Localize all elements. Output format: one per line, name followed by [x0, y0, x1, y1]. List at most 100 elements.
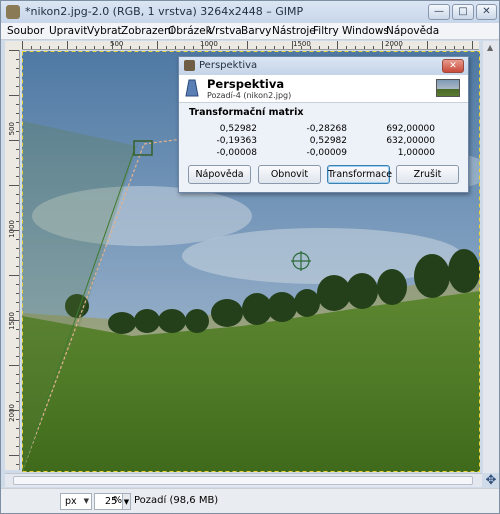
ruler-tick [355, 46, 356, 49]
ruler-tick [16, 131, 19, 132]
zoom-unit: % [113, 495, 123, 506]
ruler-tick [112, 41, 113, 49]
matrix-cell: -0,28268 [306, 124, 347, 134]
ruler-tick [382, 41, 383, 49]
window-title: *nikon2.jpg-2.0 (RGB, 1 vrstva) 3264x244… [25, 5, 304, 18]
ruler-tick [16, 302, 19, 303]
vertical-scrollbar[interactable]: ▲ [483, 41, 499, 473]
ruler-tick [16, 437, 19, 438]
ruler-tick [16, 221, 19, 222]
ruler-tick [16, 176, 19, 177]
ruler-tick [202, 41, 203, 49]
close-icon: ✕ [482, 6, 491, 17]
ruler-tick [238, 46, 239, 49]
menu-bar: Soubor Upravit Vybrat Zobrazení Obrázek … [1, 23, 499, 40]
ruler-tick [9, 50, 19, 51]
ruler-tick [16, 374, 19, 375]
ruler-tick [85, 46, 86, 49]
title-bar: *nikon2.jpg-2.0 (RGB, 1 vrstva) 3264x244… [1, 1, 499, 23]
matrix-label: Transformační matrix [189, 107, 304, 118]
ruler-corner[interactable] [5, 41, 22, 50]
ruler-tick [16, 59, 19, 60]
menu-napoveda[interactable]: Nápověda [386, 25, 439, 37]
horizontal-scrollbar[interactable] [5, 473, 482, 487]
ruler-tick [220, 46, 221, 49]
menu-barvy[interactable]: Barvy [241, 25, 271, 37]
ruler-tick [16, 428, 19, 429]
ruler-tick [16, 419, 19, 420]
ruler-tick [130, 46, 131, 49]
ruler-tick [157, 41, 158, 49]
ruler-tick [9, 410, 19, 411]
ruler-tick [265, 46, 266, 49]
ruler-tick [319, 46, 320, 49]
ruler-tick [16, 239, 19, 240]
transform-button[interactable]: Transformace [327, 165, 392, 184]
matrix-cell: -0,00008 [216, 148, 257, 158]
menu-vybrat[interactable]: Vybrat [87, 25, 122, 37]
perspective-tool-icon [185, 79, 199, 97]
ruler-tick [445, 46, 446, 49]
dialog-title-bar: Perspektiva ✕ [179, 57, 468, 75]
ruler-tick [22, 41, 23, 49]
menu-vrstva[interactable]: Vrstva [208, 25, 242, 37]
menu-windows[interactable]: Windows [342, 25, 389, 37]
vertical-ruler[interactable]: 500 1000 1500 2000 [5, 50, 20, 470]
help-button[interactable]: Nápověda [188, 165, 251, 184]
ruler-tick [16, 311, 19, 312]
ruler-tick [328, 46, 329, 49]
ruler-tick [9, 320, 19, 321]
ruler-tick [16, 383, 19, 384]
menu-obrazek[interactable]: Obrázek [168, 25, 212, 37]
ruler-tick [16, 347, 19, 348]
scroll-up-icon: ▲ [487, 43, 494, 52]
ruler-tick [256, 46, 257, 49]
scrollbar-thumb[interactable] [13, 476, 473, 485]
ruler-tick [16, 104, 19, 105]
cancel-button[interactable]: Zrušit [396, 165, 459, 184]
ruler-tick [16, 392, 19, 393]
navigate-icon[interactable]: ✥ [484, 474, 498, 487]
ruler-tick [16, 257, 19, 258]
ruler-tick [283, 46, 284, 49]
ruler-tick [16, 158, 19, 159]
menu-zobrazeni[interactable]: Zobrazení [121, 25, 174, 37]
ruler-tick [16, 401, 19, 402]
ruler-tick [16, 212, 19, 213]
close-button[interactable]: ✕ [476, 4, 497, 20]
ruler-tick [16, 338, 19, 339]
ruler-tick [400, 46, 401, 49]
ruler-tick [139, 46, 140, 49]
unit-select[interactable]: px ▼ [60, 493, 92, 510]
ruler-tick [9, 95, 19, 96]
close-icon: ✕ [449, 61, 457, 71]
ruler-tick [16, 446, 19, 447]
ruler-tick [310, 46, 311, 49]
horizontal-ruler[interactable]: 500 1000 1500 2000 [22, 41, 479, 50]
dialog-header: Perspektiva Pozadí-4 (nikon2.jpg) [179, 75, 468, 103]
menu-upravit[interactable]: Upravit [49, 25, 87, 37]
ruler-tick [337, 41, 338, 49]
matrix-cell: 692,00000 [386, 124, 435, 134]
ruler-tick [16, 266, 19, 267]
ruler-tick [247, 41, 248, 49]
menu-filtry[interactable]: Filtry [313, 25, 339, 37]
maximize-button[interactable]: □ [452, 4, 474, 20]
chevron-down-icon: ▼ [83, 497, 89, 505]
gimp-app-icon [184, 60, 195, 71]
menu-nastroje[interactable]: Nástroje [272, 25, 316, 37]
ruler-tick [9, 185, 19, 186]
ruler-tick [184, 46, 185, 49]
minimize-button[interactable]: — [428, 4, 450, 20]
ruler-tick [94, 46, 95, 49]
ruler-tick [16, 293, 19, 294]
menu-soubor[interactable]: Soubor [7, 25, 44, 37]
reset-button[interactable]: Obnovit [258, 165, 321, 184]
ruler-tick [16, 284, 19, 285]
matrix-cell: 0,52982 [309, 136, 347, 146]
ruler-tick [472, 41, 473, 49]
ruler-tick [16, 203, 19, 204]
zoom-dropdown-button[interactable]: ▼ [122, 493, 131, 510]
ruler-tick [9, 365, 19, 366]
dialog-close-button[interactable]: ✕ [442, 59, 464, 73]
